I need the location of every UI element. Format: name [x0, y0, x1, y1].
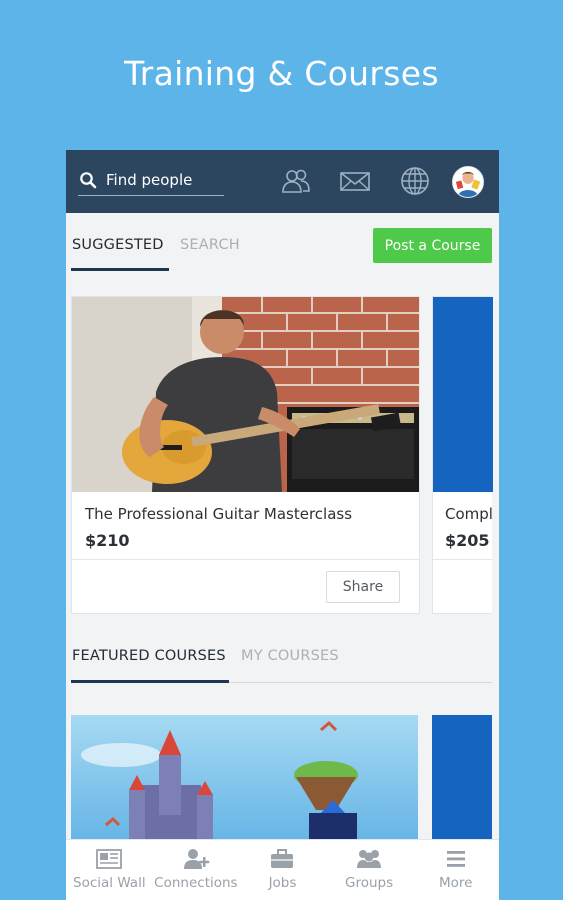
share-button[interactable]: Share: [326, 571, 400, 603]
group-icon: [355, 848, 383, 870]
course-thumbnail: [72, 297, 419, 492]
search-input[interactable]: [106, 170, 216, 189]
tab-suggested[interactable]: SUGGESTED: [72, 237, 164, 253]
nav-label: Groups: [345, 875, 394, 891]
course-title[interactable]: Compl: [445, 505, 493, 523]
newspaper-icon: [95, 848, 123, 870]
nav-label: Jobs: [268, 875, 297, 891]
featured-course-card[interactable]: [71, 715, 418, 845]
tab-indicator: [71, 680, 229, 683]
briefcase-icon: [268, 848, 296, 870]
top-bar: [66, 150, 499, 213]
featured-course-card[interactable]: [432, 715, 492, 845]
course-card[interactable]: The Professional Guitar Masterclass $210…: [71, 296, 420, 614]
add-person-icon: [182, 848, 210, 870]
app-screen: SUGGESTED SEARCH Post a Course: [66, 150, 499, 900]
nav-connections[interactable]: Connections: [153, 840, 240, 900]
course-thumbnail: [71, 715, 418, 845]
tab-indicator: [71, 268, 169, 271]
menu-icon: [442, 848, 470, 870]
course-price: $205: [445, 531, 490, 550]
nav-label: More: [438, 875, 473, 891]
nav-jobs[interactable]: Jobs: [239, 840, 326, 900]
promo-title: Training & Courses: [124, 54, 439, 93]
card-divider: [433, 559, 492, 560]
people-icon[interactable]: [280, 166, 312, 196]
search-box[interactable]: [78, 164, 224, 196]
course-thumbnail: [433, 297, 493, 492]
tab-search[interactable]: SEARCH: [180, 237, 240, 253]
nav-groups[interactable]: Groups: [326, 840, 413, 900]
search-icon: [79, 171, 97, 189]
tab-my-courses[interactable]: MY COURSES: [241, 648, 339, 664]
nav-label: Social Wall: [73, 875, 146, 891]
bottom-nav: Social Wall Connections Jobs Groups More: [66, 839, 499, 900]
course-card[interactable]: Compl $205: [432, 296, 493, 614]
card-divider: [72, 559, 419, 560]
avatar[interactable]: [452, 166, 484, 198]
tab-featured-courses[interactable]: FEATURED COURSES: [72, 648, 226, 664]
course-price: $210: [85, 531, 130, 550]
nav-more[interactable]: More: [412, 840, 499, 900]
mail-icon[interactable]: [339, 166, 371, 196]
course-title[interactable]: The Professional Guitar Masterclass: [85, 505, 352, 523]
nav-social-wall[interactable]: Social Wall: [66, 840, 153, 900]
globe-icon[interactable]: [399, 166, 431, 196]
post-course-button[interactable]: Post a Course: [373, 228, 492, 263]
nav-label: Connections: [154, 875, 238, 891]
